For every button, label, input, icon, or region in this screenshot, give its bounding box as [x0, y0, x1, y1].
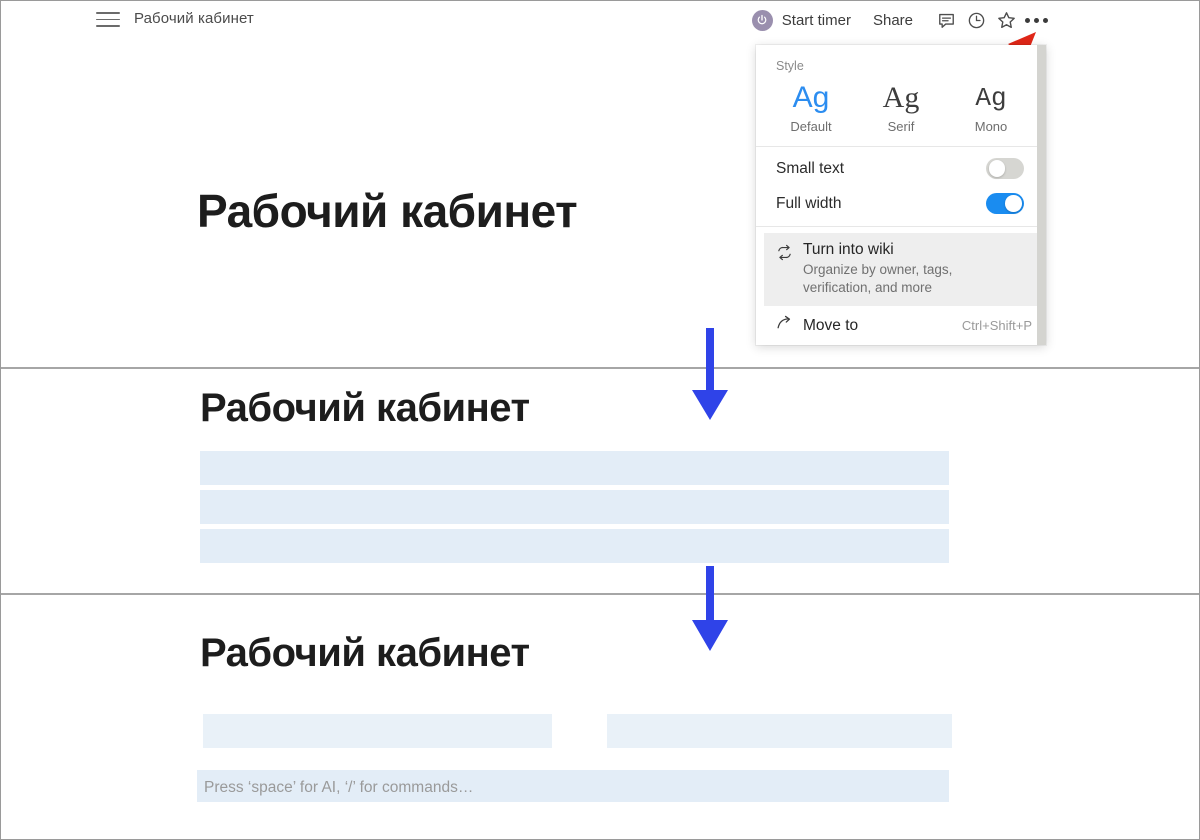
small-text-toggle[interactable]	[986, 158, 1024, 179]
full-width-row[interactable]: Full width	[756, 186, 1046, 226]
panel-divider	[1, 593, 1199, 595]
full-width-label: Full width	[776, 194, 842, 212]
style-sample: Ag	[792, 81, 830, 114]
small-text-row[interactable]: Small text	[756, 147, 1046, 186]
start-timer-label: Start timer	[781, 11, 851, 29]
power-icon	[751, 9, 773, 31]
wiki-subtitle: Organize by owner, tags, verification, a…	[803, 262, 953, 295]
style-label: Default	[790, 119, 832, 134]
menu-separator	[756, 226, 1046, 227]
convert-icon	[776, 241, 793, 296]
comment-icon[interactable]	[931, 5, 961, 35]
style-label: Serif	[887, 119, 915, 134]
content-block[interactable]	[200, 490, 949, 524]
style-option-mono[interactable]: Ag Mono	[946, 79, 1036, 134]
clock-icon[interactable]	[961, 5, 991, 35]
annotation-arrow-down-1	[692, 328, 728, 420]
move-to-item[interactable]: Move to Ctrl+Shift+P	[756, 306, 1046, 345]
page-title[interactable]: Рабочий кабинет	[200, 631, 530, 676]
annotation-arrow-down-2	[692, 566, 728, 651]
style-label: Mono	[974, 119, 1008, 134]
editor-placeholder-row[interactable]: Press ‘space’ for AI, ‘/’ for commands…	[197, 770, 949, 802]
style-option-serif[interactable]: Ag Serif	[856, 79, 946, 134]
content-block[interactable]	[607, 714, 952, 748]
turn-into-wiki-item[interactable]: Turn into wiki Organize by owner, tags, …	[764, 233, 1038, 307]
share-button[interactable]: Share	[873, 12, 913, 29]
toggle-knob	[988, 160, 1005, 177]
top-toolbar: Рабочий кабинет Start timer Share	[1, 1, 1199, 39]
style-section-label: Style	[776, 59, 804, 73]
app-window: Рабочий кабинет Start timer Share Style …	[0, 0, 1200, 840]
content-block[interactable]	[200, 529, 949, 563]
style-option-default[interactable]: Ag Default	[766, 79, 856, 134]
start-timer-button[interactable]: Start timer	[751, 9, 851, 31]
small-text-label: Small text	[776, 159, 845, 177]
star-icon[interactable]	[991, 5, 1021, 35]
toolbar-actions: Start timer Share	[751, 1, 1051, 39]
more-dots-icon[interactable]	[1021, 5, 1051, 35]
page-options-menu: Style Ag Default Ag Serif Ag Mono Small …	[756, 45, 1046, 346]
toggle-knob	[1005, 195, 1022, 212]
panel-divider	[1, 367, 1199, 369]
full-width-toggle[interactable]	[986, 193, 1024, 214]
content-block[interactable]	[200, 451, 949, 485]
wiki-title: Turn into wiki	[803, 241, 894, 258]
style-options: Ag Default Ag Serif Ag Mono	[756, 77, 1046, 146]
style-sample: Ag	[882, 81, 920, 114]
page-title[interactable]: Рабочий кабинет	[197, 184, 578, 238]
arrow-forward-icon	[776, 315, 793, 336]
menu-scrollbar[interactable]	[1037, 45, 1046, 346]
content-block[interactable]	[203, 714, 552, 748]
hamburger-icon[interactable]	[96, 12, 120, 28]
move-to-label: Move to	[803, 316, 859, 334]
move-to-shortcut: Ctrl+Shift+P	[961, 318, 1032, 334]
style-sample: Ag	[975, 83, 1007, 113]
breadcrumb[interactable]: Рабочий кабинет	[134, 10, 254, 27]
page-title[interactable]: Рабочий кабинет	[200, 386, 530, 431]
editor-placeholder-text: Press ‘space’ for AI, ‘/’ for commands…	[204, 779, 474, 796]
